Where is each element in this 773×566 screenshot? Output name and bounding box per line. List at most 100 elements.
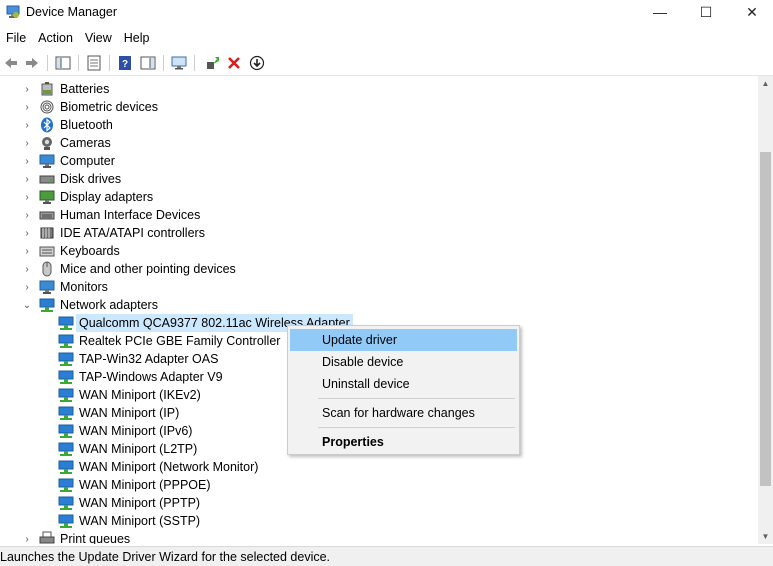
fingerprint-icon: [39, 99, 55, 115]
menu-file[interactable]: File: [0, 27, 32, 49]
tree-item-biometric-devices[interactable]: › Biometric devices: [22, 98, 158, 116]
chevron-right-icon[interactable]: ›: [22, 206, 32, 224]
tree-item-tap-win32[interactable]: TAP-Win32 Adapter OAS: [58, 350, 218, 368]
help-icon[interactable]: ?: [115, 53, 135, 73]
tree-item-computer[interactable]: › Computer: [22, 152, 115, 170]
chevron-right-icon[interactable]: ›: [22, 80, 32, 98]
menu-view[interactable]: View: [79, 27, 118, 49]
menu-help[interactable]: Help: [118, 27, 156, 49]
tree-item-wan-l2tp[interactable]: WAN Miniport (L2TP): [58, 440, 197, 458]
toolbar-separator: [47, 55, 48, 71]
menu-item-update-driver[interactable]: Update driver: [290, 329, 517, 351]
display-adapter-icon: [39, 189, 55, 205]
disable-device-icon[interactable]: [247, 53, 267, 73]
chevron-right-icon[interactable]: ›: [22, 170, 32, 188]
uninstall-device-icon[interactable]: [224, 53, 244, 73]
status-bar: Launches the Update Driver Wizard for th…: [0, 546, 773, 566]
menu-bar: File Action View Help: [0, 27, 773, 49]
ide-controller-icon: [39, 225, 55, 241]
tree-item-label: Print queues: [60, 532, 131, 544]
minimize-button[interactable]: —: [637, 0, 683, 26]
tree-item-mice[interactable]: › Mice and other pointing devices: [22, 260, 236, 278]
menu-item-properties[interactable]: Properties: [290, 431, 517, 453]
window-title: Device Manager: [26, 5, 118, 19]
menu-item-uninstall-device[interactable]: Uninstall device: [290, 373, 517, 395]
chevron-right-icon[interactable]: ›: [22, 278, 32, 296]
tree-item-label: Keyboards: [60, 244, 120, 258]
menu-item-disable-device[interactable]: Disable device: [290, 351, 517, 373]
device-manager-app-icon: [6, 5, 20, 19]
chevron-right-icon[interactable]: ›: [22, 98, 32, 116]
tree-item-wan-ipv6[interactable]: WAN Miniport (IPv6): [58, 422, 192, 440]
action-pane-icon[interactable]: [138, 53, 158, 73]
vertical-scrollbar[interactable]: ▲ ▼: [758, 76, 773, 544]
tree-item-label: Disk drives: [60, 172, 122, 186]
tree-item-wan-pptp[interactable]: WAN Miniport (PPTP): [58, 494, 200, 512]
update-driver-icon[interactable]: [202, 53, 222, 73]
scroll-down-arrow-icon[interactable]: ▼: [758, 529, 773, 544]
network-adapter-icon: [58, 405, 74, 421]
chevron-right-icon[interactable]: ›: [22, 116, 32, 134]
network-adapter-icon: [39, 297, 55, 313]
tree-item-label: Computer: [60, 154, 115, 168]
tree-item-wan-network-monitor[interactable]: WAN Miniport (Network Monitor): [58, 458, 258, 476]
tree-item-bluetooth[interactable]: › Bluetooth: [22, 116, 113, 134]
chevron-right-icon[interactable]: ›: [22, 530, 32, 545]
bluetooth-icon: [39, 117, 55, 133]
tree-item-wan-pppoe[interactable]: WAN Miniport (PPPOE): [58, 476, 211, 494]
tree-item-disk-drives[interactable]: › Disk drives: [22, 170, 121, 188]
tree-item-network-adapters[interactable]: ⌄ Network adapters: [22, 296, 158, 314]
tree-item-realtek-adapter[interactable]: Realtek PCIe GBE Family Controller: [58, 332, 280, 350]
tree-item-tap-windows[interactable]: TAP-Windows Adapter V9: [58, 368, 223, 386]
tree-item-print-queues[interactable]: › Print queues: [22, 530, 130, 544]
network-adapter-icon: [58, 477, 74, 493]
forward-icon[interactable]: [22, 53, 42, 73]
network-adapter-icon: [58, 369, 74, 385]
network-adapter-icon: [58, 423, 74, 439]
tree-item-monitors[interactable]: › Monitors: [22, 278, 108, 296]
menu-action[interactable]: Action: [32, 27, 79, 49]
tree-item-ide-controllers[interactable]: › IDE ATA/ATAPI controllers: [22, 224, 205, 242]
chevron-right-icon[interactable]: ›: [22, 242, 32, 260]
show-hide-console-tree-icon[interactable]: [53, 53, 73, 73]
properties-icon[interactable]: [84, 53, 104, 73]
chevron-right-icon[interactable]: ›: [22, 152, 32, 170]
scroll-up-arrow-icon[interactable]: ▲: [758, 76, 773, 91]
tree-item-human-interface-devices[interactable]: › Human Interface Devices: [22, 206, 200, 224]
tree-item-batteries[interactable]: › Batteries: [22, 80, 109, 98]
close-button[interactable]: ✕: [729, 0, 773, 26]
tree-item-keyboards[interactable]: › Keyboards: [22, 242, 120, 260]
toolbar-separator: [78, 55, 79, 71]
tree-item-label: Realtek PCIe GBE Family Controller: [79, 334, 281, 348]
monitor-icon: [39, 279, 55, 295]
chevron-right-icon[interactable]: ›: [22, 134, 32, 152]
tree-item-label: IDE ATA/ATAPI controllers: [60, 226, 205, 240]
maximize-button[interactable]: ☐: [683, 0, 729, 26]
tree-item-label: Bluetooth: [60, 118, 113, 132]
menu-item-scan-hardware-changes[interactable]: Scan for hardware changes: [290, 402, 517, 424]
tree-item-label: WAN Miniport (IP): [79, 406, 180, 420]
tree-item-cameras[interactable]: › Cameras: [22, 134, 111, 152]
tree-item-label: WAN Miniport (IKEv2): [79, 388, 201, 402]
chevron-right-icon[interactable]: ›: [22, 260, 32, 278]
mouse-icon: [39, 261, 55, 277]
chevron-right-icon[interactable]: ›: [22, 224, 32, 242]
tree-item-label: Batteries: [60, 82, 110, 96]
network-adapter-icon: [58, 387, 74, 403]
toolbar-separator: [163, 55, 164, 71]
context-menu: Update driver Disable device Uninstall d…: [287, 325, 520, 455]
back-icon[interactable]: [1, 53, 21, 73]
chevron-right-icon[interactable]: ›: [22, 188, 32, 206]
tree-item-wan-ikev2[interactable]: WAN Miniport (IKEv2): [58, 386, 201, 404]
device-tree[interactable]: › Batteries › Biometric devices › Blueto…: [0, 80, 758, 544]
scrollbar-thumb[interactable]: [760, 152, 771, 486]
camera-icon: [39, 135, 55, 151]
tree-item-wan-sstp[interactable]: WAN Miniport (SSTP): [58, 512, 200, 530]
tree-item-wan-ip[interactable]: WAN Miniport (IP): [58, 404, 179, 422]
scan-hardware-icon[interactable]: [169, 53, 189, 73]
tree-item-display-adapters[interactable]: › Display adapters: [22, 188, 153, 206]
network-adapter-icon: [58, 315, 74, 331]
tree-item-label: Human Interface Devices: [60, 208, 201, 222]
tree-item-label: WAN Miniport (IPv6): [79, 424, 193, 438]
chevron-down-icon[interactable]: ⌄: [22, 296, 32, 314]
